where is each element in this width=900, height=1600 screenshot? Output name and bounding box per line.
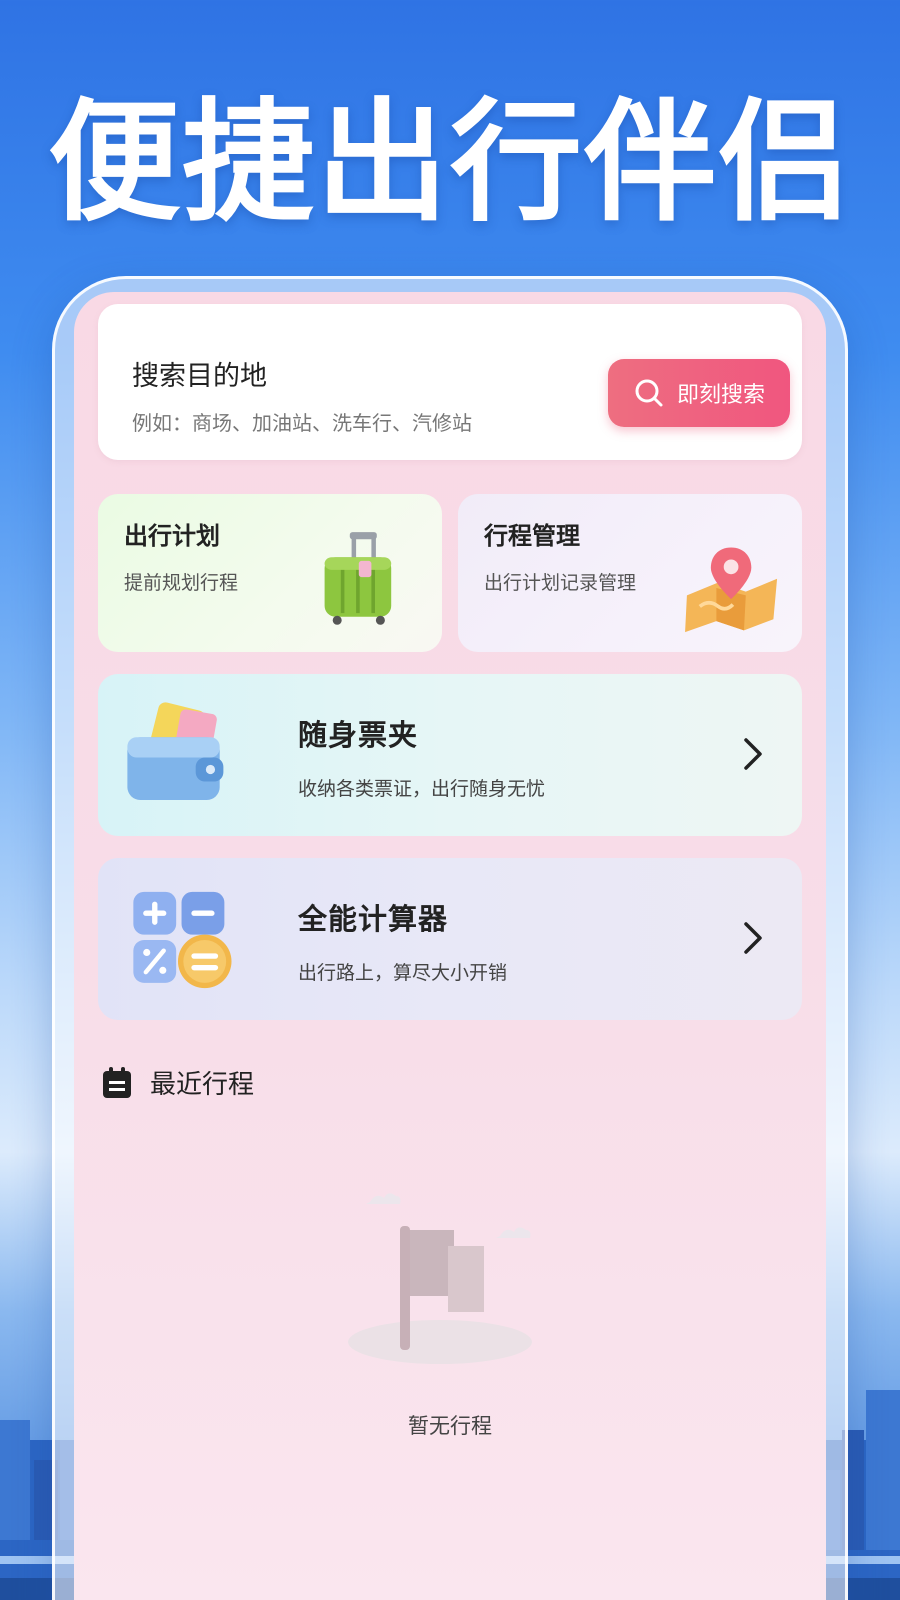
ticket-wallet-card[interactable]: 随身票夹 收纳各类票证，出行随身无忧 — [98, 674, 802, 836]
travel-plan-card[interactable]: 出行计划 提前规划行程 — [98, 494, 442, 652]
trip-management-card[interactable]: 行程管理 出行计划记录管理 — [458, 494, 802, 652]
search-button[interactable]: 即刻搜索 — [608, 359, 790, 427]
search-hint: 例如：商场、加油站、洗车行、汽修站 — [132, 411, 472, 435]
empty-flag-icon — [348, 1193, 532, 1364]
empty-state-text: 暂无行程 — [408, 1414, 492, 1438]
calculator-card[interactable]: 全能计算器 出行路上，算尽大小开销 — [98, 858, 802, 1020]
calculator-title: 全能计算器 — [298, 902, 449, 936]
chevron-right-icon[interactable] — [742, 920, 766, 956]
search-card[interactable]: 搜索目的地 例如：商场、加油站、洗车行、汽修站 即刻搜索 — [98, 304, 802, 460]
calculator-icon — [133, 891, 232, 989]
calculator-subtitle: 出行路上，算尽大小开销 — [298, 962, 508, 984]
travel-plan-subtitle: 提前规划行程 — [124, 572, 239, 594]
map-pin-icon — [685, 547, 778, 633]
trip-management-subtitle: 出行计划记录管理 — [484, 572, 637, 594]
chevron-right-icon[interactable] — [742, 736, 766, 772]
search-button-label: 即刻搜索 — [676, 383, 765, 408]
app-screen: 搜索目的地 例如：商场、加油站、洗车行、汽修站 即刻搜索 出行计划 提前规划行程 — [74, 292, 826, 1600]
recent-trips-header: 最近行程 — [102, 1064, 254, 1101]
ticket-wallet-subtitle: 收纳各类票证，出行随身无忧 — [298, 778, 546, 800]
trip-management-title: 行程管理 — [484, 522, 580, 550]
search-icon — [635, 379, 663, 407]
wallet-icon — [127, 702, 224, 800]
ticket-wallet-title: 随身票夹 — [298, 718, 419, 752]
suitcase-icon — [324, 532, 392, 625]
recent-trips-title: 最近行程 — [150, 1070, 255, 1100]
search-title: 搜索目的地 — [132, 361, 267, 392]
travel-plan-title: 出行计划 — [124, 522, 220, 550]
calendar-icon — [103, 1066, 131, 1098]
promo-headline: 便捷出行伴侣 — [48, 86, 852, 240]
